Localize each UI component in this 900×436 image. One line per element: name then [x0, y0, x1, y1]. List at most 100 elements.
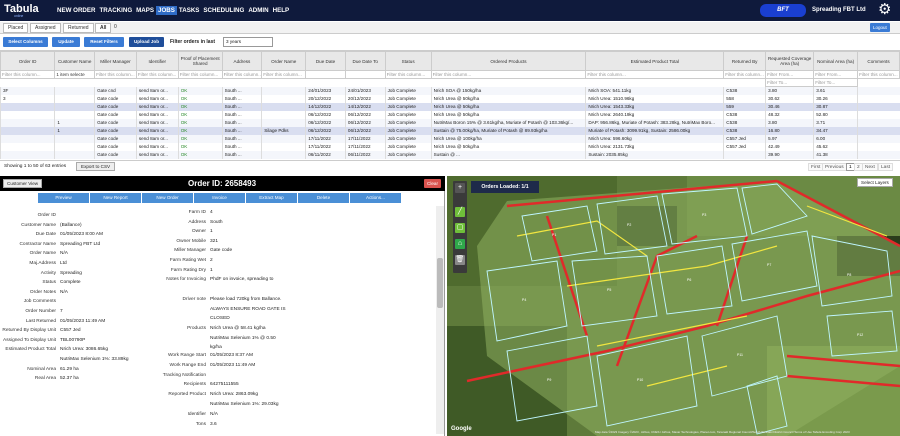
reset-filters-button[interactable]: Reset Filters: [84, 37, 124, 47]
table-row[interactable]: 1 Gate code send 8am or... OK South ... 06/12…: [0, 118, 900, 127]
nav-scheduling[interactable]: SCHEDULING: [201, 6, 246, 15]
filter-input[interactable]: Filter this column...: [585, 70, 725, 79]
filter-select-customer[interactable]: 1 item selecte: [54, 70, 96, 79]
nav-tasks[interactable]: TASKS: [177, 6, 202, 15]
filter-row: Filter this column... 1 item selecte Fil…: [0, 70, 900, 79]
satellite-map[interactable]: P1 P2 P3 P4 P5 P6 P7 P8 P9 P10 P11 P12: [447, 176, 900, 436]
tab-assigned[interactable]: Assigned: [30, 23, 61, 33]
new-order-button[interactable]: New Order: [142, 193, 194, 203]
cell-returned-by: C538: [723, 110, 766, 119]
col-miller-manager[interactable]: Miller Manager: [94, 51, 137, 71]
draw-line-icon[interactable]: ╱: [455, 207, 465, 217]
table-row[interactable]: Gate code send 8am or... OK South ... 17/11/…: [0, 134, 900, 143]
filter-input[interactable]: [305, 70, 346, 79]
select-layers-button[interactable]: Select Layers: [857, 178, 893, 187]
customer-view-button[interactable]: Customer View: [3, 179, 43, 188]
col-nominal-area[interactable]: Nominal Area (ha): [813, 51, 859, 71]
col-requested-area[interactable]: Requested Coverage Area (ha): [765, 51, 815, 71]
cell-proof: OK: [177, 86, 223, 95]
filter-to-input[interactable]: Filter To...: [813, 78, 859, 87]
gear-icon[interactable]: ⚙: [878, 2, 891, 17]
filter-input[interactable]: Filter this column...: [135, 70, 179, 79]
plus-icon[interactable]: +: [455, 183, 465, 193]
clear-button[interactable]: Clear: [424, 179, 441, 188]
map-view[interactable]: P1 P2 P3 P4 P5 P6 P7 P8 P9 P10 P11 P12 + ╱ ▢ ⌂ 🗑…: [447, 176, 900, 436]
filter-from-input[interactable]: Filter From...: [813, 70, 859, 79]
filter-to-input[interactable]: Filter To...: [765, 78, 815, 87]
actions-menu-button[interactable]: Actions...: [350, 193, 402, 203]
table-row[interactable]: 1 Gate code send 8am or... OK South ... Silag…: [0, 126, 900, 135]
pager-last[interactable]: Last: [878, 163, 894, 171]
upload-job-button[interactable]: Upload Job: [129, 37, 164, 47]
table-row[interactable]: Gate code send 8am or... OK South ... 06/12/…: [0, 110, 900, 119]
invoice-button[interactable]: Invoice: [194, 193, 246, 203]
extract-map-button[interactable]: Extract Map: [246, 193, 298, 203]
detail-scrollbar[interactable]: [436, 206, 444, 434]
nav-admin[interactable]: ADMIN: [246, 6, 270, 15]
filter-input[interactable]: Filter this column...: [430, 70, 587, 79]
detail-value: 1: [210, 267, 213, 273]
preview-button[interactable]: Preview: [38, 193, 90, 203]
cell-address: South ...: [221, 86, 262, 95]
cell-order-name: [261, 142, 306, 151]
order-detail-header: Customer View Order ID: 2658493 Clear: [0, 176, 445, 191]
home-icon[interactable]: ⌂: [455, 239, 465, 249]
col-order-id[interactable]: Order ID: [0, 51, 56, 71]
table-row[interactable]: 3 Gate code send 8am or... OK South ... 20/12…: [0, 94, 900, 103]
col-returned-by[interactable]: Returned By: [723, 51, 767, 71]
col-order-name[interactable]: Order Name: [261, 51, 307, 71]
delete-button[interactable]: Delete: [298, 193, 350, 203]
pager-next[interactable]: Next: [862, 163, 878, 171]
col-customer-name[interactable]: Customer Name: [54, 51, 96, 71]
filter-input[interactable]: Filter this column...: [723, 70, 767, 79]
col-address[interactable]: Address: [221, 51, 263, 71]
nav-jobs[interactable]: JOBS: [156, 6, 177, 15]
filter-input[interactable]: Filter this column...: [261, 70, 307, 79]
col-due-date[interactable]: Due Date: [305, 51, 346, 71]
detail-value: 01/05/2023 8:37 AM: [210, 353, 253, 358]
detail-value: N/A: [60, 251, 68, 257]
table-row[interactable]: Gate code send 8am or... OK South ... 17/11/…: [0, 142, 900, 151]
col-status[interactable]: Status: [384, 51, 432, 71]
detail-label: Identifier: [187, 411, 206, 417]
table-row[interactable]: Gate code send 8am or... OK South ... 06/11/…: [0, 150, 900, 159]
tab-returned[interactable]: Returned: [63, 23, 94, 33]
col-proof-of-placement[interactable]: Proof of Placement Shared: [177, 51, 223, 71]
update-button[interactable]: Update: [52, 37, 80, 47]
col-ordered-products[interactable]: Ordered Products: [430, 51, 587, 71]
col-comments[interactable]: Comments: [857, 51, 900, 71]
filter-from-input[interactable]: Filter From...: [765, 70, 815, 79]
nav-tracking[interactable]: TRACKING: [98, 6, 135, 15]
filter-input[interactable]: Filter this column...: [857, 70, 900, 79]
col-due-date-to[interactable]: Due Date To: [344, 51, 386, 71]
filter-input[interactable]: Filter this column...: [0, 70, 56, 79]
detail-value: N/A: [60, 289, 68, 295]
filter-input[interactable]: [344, 70, 386, 79]
filter-period-select[interactable]: 3 years: [223, 37, 273, 47]
table-row[interactable]: 3F Gate cnd send 8am or... OK South ... 24/01…: [0, 86, 900, 95]
nav-maps[interactable]: MAPS: [134, 6, 156, 15]
detail-scrollbar-thumb[interactable]: [437, 258, 443, 308]
filter-input[interactable]: Filter this column...: [94, 70, 137, 79]
col-estimated-total[interactable]: Estimated Product Total: [585, 51, 725, 71]
tab-all[interactable]: All: [95, 23, 112, 33]
logout-button[interactable]: Logout: [870, 23, 890, 32]
filter-input[interactable]: Filter this column...: [384, 70, 432, 79]
nav-new-order[interactable]: NEW ORDER: [55, 6, 98, 15]
filter-input[interactable]: Filter this column...: [177, 70, 223, 79]
draw-polygon-icon[interactable]: ▢: [455, 223, 465, 233]
pager-previous[interactable]: Previous: [822, 163, 847, 171]
new-report-button[interactable]: New Report: [90, 193, 142, 203]
trash-icon[interactable]: 🗑: [455, 255, 465, 265]
cell-order-id: [0, 126, 55, 135]
nav-help[interactable]: HELP: [271, 6, 292, 15]
table-row[interactable]: Gate code send 8am or... OK South ... 14/12/…: [0, 102, 900, 111]
tab-placed[interactable]: Placed: [3, 23, 29, 33]
filter-input[interactable]: Filter this column...: [221, 70, 263, 79]
col-identifier[interactable]: Identifier: [135, 51, 179, 71]
order-action-bar: Preview New Report New Order Invoice Ext…: [38, 193, 402, 203]
detail-label: Real Area: [34, 376, 56, 382]
select-columns-button[interactable]: Select Columns: [3, 37, 48, 47]
filter-to-spacer: [857, 78, 900, 87]
export-csv-button[interactable]: Export to CSV: [76, 162, 116, 171]
